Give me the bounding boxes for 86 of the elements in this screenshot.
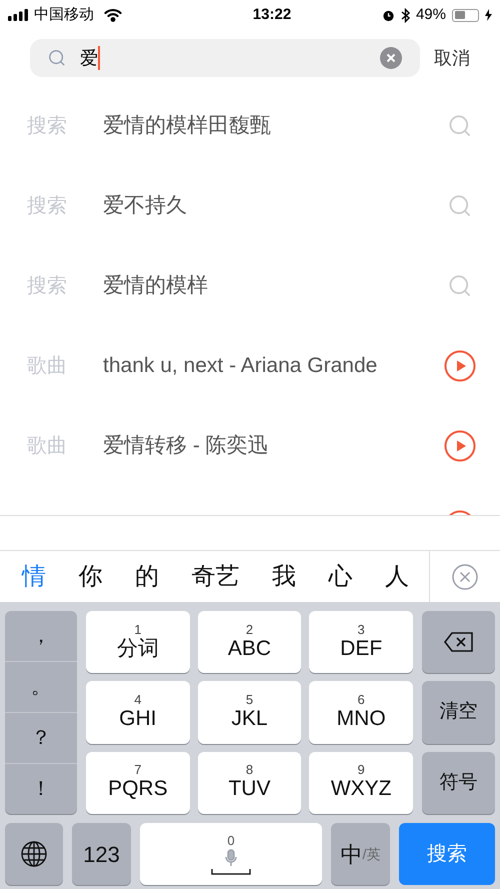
globe-icon (20, 840, 48, 868)
microphone-icon (225, 848, 237, 866)
key-number: 0 (227, 834, 235, 846)
charging-icon (485, 9, 492, 21)
key-letters: WXYZ (330, 776, 392, 802)
result-text: 爱不持久 (103, 193, 188, 220)
key-letters: GHI (119, 706, 156, 732)
keypad-key[interactable]: 8 TUV (198, 752, 302, 814)
keypad-key[interactable]: 1 分词 (86, 611, 190, 674)
backspace-icon (442, 631, 474, 654)
key-letters: PQRS (108, 776, 168, 802)
candidate-word[interactable]: 人 (385, 558, 409, 594)
result-tag: 歌曲 (27, 431, 103, 461)
alarm-icon (382, 8, 395, 22)
space-bar-icon (211, 868, 251, 874)
space-key[interactable]: 0 (140, 823, 322, 885)
candidate-word[interactable]: 情 (22, 558, 46, 594)
keypad-key[interactable]: 9 WXYZ (309, 752, 413, 814)
language-key[interactable]: 中/英 (331, 823, 390, 885)
search-query: 爱 (80, 46, 98, 70)
play-icon[interactable] (444, 350, 476, 382)
key-letters: TUV (228, 776, 270, 802)
search-icon (48, 49, 66, 67)
result-text: thank u, next - Ariana Grande (103, 353, 378, 380)
battery-percent: 49% (416, 4, 446, 25)
wifi-icon (104, 8, 122, 22)
key-letters: MNO (336, 706, 386, 732)
result-tag: 搜索 (27, 271, 103, 301)
result-tag: 歌曲 (27, 351, 103, 381)
keypad-key[interactable]: 5 JKL (198, 681, 302, 744)
punctuation-key[interactable]: ！ (5, 763, 77, 814)
key-number: 3 (358, 622, 365, 636)
key-letters: JKL (231, 706, 268, 732)
keypad-key[interactable]: 6 MNO (309, 681, 413, 744)
close-icon[interactable] (452, 564, 478, 590)
key-number: 5 (246, 692, 254, 706)
search-icon (448, 194, 472, 218)
candidate-word[interactable]: 你 (78, 558, 102, 594)
clear-key[interactable]: 清空 (422, 681, 495, 744)
candidate-word[interactable]: 心 (328, 558, 352, 594)
carrier-name: 中国移动 (34, 4, 94, 25)
result-item[interactable]: 搜索 爱不持久 (0, 166, 500, 246)
result-item[interactable]: 歌曲 thank u, next - Ariana Grande (0, 326, 500, 406)
key-number: 8 (246, 763, 254, 776)
punctuation-key[interactable]: ？ (5, 712, 77, 763)
play-icon[interactable] (444, 430, 476, 462)
result-text: 爱情的模样田馥甄 (103, 113, 272, 140)
key-letters: 分词 (116, 636, 159, 662)
signal-icon (8, 9, 30, 21)
result-item[interactable]: 歌曲 爱情转移 - 陈奕迅 (0, 406, 500, 486)
battery-icon (452, 8, 479, 22)
search-icon (448, 114, 472, 138)
key-letters: DEF (340, 636, 382, 662)
bluetooth-icon (400, 8, 410, 22)
result-text: 爱情转移 - 陈奕迅 (103, 433, 270, 460)
punctuation-key[interactable]: ， (5, 611, 77, 661)
result-tag: 搜索 (27, 111, 103, 141)
keypad-key[interactable]: 3 DEF (309, 611, 413, 674)
key-number: 1 (134, 622, 142, 636)
key-number: 4 (134, 692, 142, 706)
numbers-key[interactable]: 123 (72, 823, 131, 885)
clear-icon[interactable] (380, 47, 402, 69)
search-key[interactable]: 搜索 (399, 823, 495, 885)
result-item[interactable]: 搜索 爱情的模样 (0, 246, 500, 326)
search-icon (448, 274, 472, 298)
punctuation-key[interactable]: 。 (5, 661, 77, 712)
search-field[interactable]: 爱 (30, 39, 420, 77)
result-item[interactable]: 搜索 爱情的模样田馥甄 (0, 86, 500, 166)
key-letters: ABC (228, 636, 272, 662)
cancel-button[interactable]: 取消 (434, 44, 470, 72)
key-number: 2 (246, 622, 254, 636)
key-number: 9 (358, 763, 365, 776)
candidate-word[interactable]: 的 (135, 558, 159, 594)
keypad-key[interactable]: 7 PQRS (86, 752, 190, 814)
key-number: 7 (134, 763, 142, 776)
candidate-word[interactable]: 我 (272, 558, 296, 594)
clock-time: 13:22 (252, 4, 292, 25)
keypad-key[interactable]: 4 GHI (86, 681, 190, 744)
candidate-word[interactable]: 奇艺 (192, 558, 240, 594)
key-number: 6 (358, 692, 365, 706)
globe-key[interactable] (5, 823, 63, 885)
backspace-key[interactable] (422, 611, 495, 674)
symbols-key[interactable]: 符号 (422, 752, 495, 814)
keypad-key[interactable]: 2 ABC (198, 611, 302, 674)
result-text: 爱情的模样 (103, 273, 209, 300)
result-tag: 搜索 (27, 191, 103, 221)
